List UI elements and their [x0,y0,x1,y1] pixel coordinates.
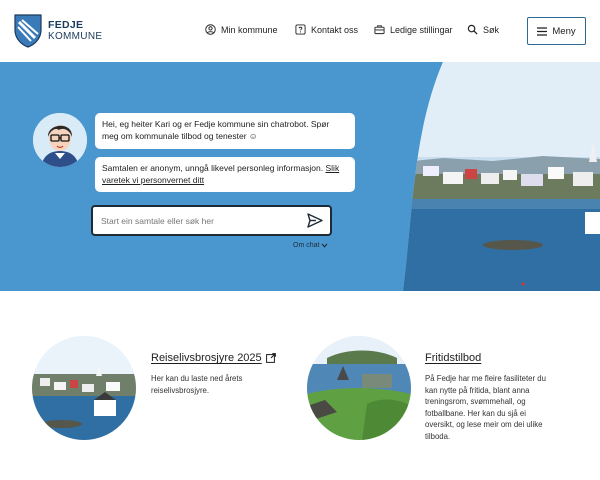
nav-sok-label: Søk [483,24,500,35]
coat-of-arms-icon [14,14,42,48]
logo[interactable]: FEDJE KOMMUNE [14,14,102,48]
nav-kontakt-oss[interactable]: Kontakt oss [295,24,358,35]
logo-subtitle: KOMMUNE [48,31,103,42]
leisure-link[interactable]: Fritidstilbod [425,352,481,364]
menu-button-label: Meny [552,25,576,37]
leisure-description: På Fedje har me fleire fasiliteter du ka… [425,374,546,441]
search-icon [467,24,478,35]
user-circle-icon [205,24,216,35]
send-icon[interactable] [307,213,323,228]
nav-min-kommune[interactable]: Min kommune [205,24,278,35]
leisure-image[interactable] [307,336,411,440]
chat-search-input[interactable] [93,215,298,226]
nav-ledige-stillingar[interactable]: Ledige stillingar [374,24,453,35]
brochure-link[interactable]: Reiselivsbrosjyre 2025 [151,352,276,364]
brochure-description: Her kan du laste ned årets reiselivsbros… [151,374,243,395]
nav-ledige-stillingar-label: Ledige stillingar [390,24,453,35]
nav-sok[interactable]: Søk [467,24,499,35]
privacy-text: Samtalen er anonym, unngå likevel person… [102,163,326,173]
site-header: FEDJE KOMMUNE Min kommune Kontakt oss Le… [0,0,600,62]
nav-kontakt-oss-label: Kontakt oss [311,24,359,35]
harbour-photo [403,62,600,291]
chatbot-avatar [33,113,87,167]
chevron-down-icon [322,243,328,248]
hamburger-icon [537,26,548,36]
brochure-image[interactable] [32,336,136,440]
nav-min-kommune-label: Min kommune [221,24,278,35]
about-chat-toggle[interactable]: Om chat [293,242,328,249]
external-link-icon [265,353,276,363]
logo-name: FEDJE [48,19,84,31]
briefcase-icon [374,25,385,35]
about-chat-label: Om chat [293,242,320,249]
chat-message-greeting: Hei, eg heiter Kari og er Fedje kommune … [95,113,355,149]
leisure-title: Fritidstilbod [425,352,482,364]
chat-message-privacy: Samtalen er anonym, unngå likevel person… [95,157,355,192]
hero-section: Hei, eg heiter Kari og er Fedje kommune … [0,62,600,291]
brochure-title: Reiselivsbrosjyre 2025 [151,352,262,364]
chat-input-box [91,205,332,236]
menu-button[interactable]: Meny [527,17,586,45]
question-square-icon [295,24,306,35]
